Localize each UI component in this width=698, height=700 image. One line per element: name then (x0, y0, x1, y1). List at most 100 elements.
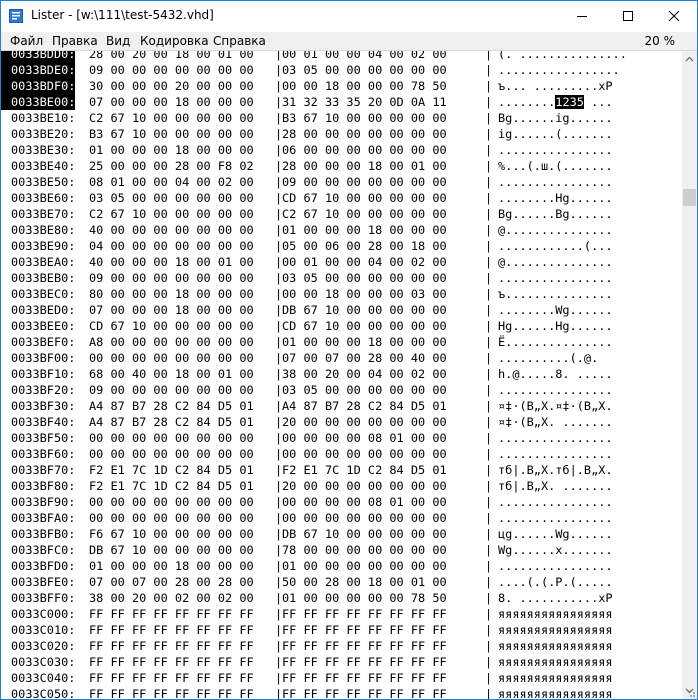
hex-row[interactable]: 0033BF00: 00 00 00 00 00 00 00 00 | 07 00 0… (1, 350, 681, 366)
hex-row[interactable]: 0033BF20: 09 00 00 00 00 00 00 00 | 03 05 0… (1, 382, 681, 398)
row-ascii: яяяяяяяяяяяяяяяя (498, 687, 613, 699)
scrollbar-thumb[interactable] (683, 189, 696, 206)
hex-row[interactable]: 0033C050: FF FF FF FF FF FF FF FF | FF FF F… (1, 686, 681, 699)
row-hex-left: F6 67 10 00 00 00 00 00 (89, 527, 254, 541)
hex-row[interactable]: 0033BE90: 04 00 00 00 00 00 00 00 | 05 00 0… (1, 238, 681, 254)
row-hex-left: A4 87 B7 28 C2 84 D5 01 (89, 399, 254, 413)
menu-view[interactable]: Вид (106, 34, 130, 48)
scroll-up-arrow-icon[interactable] (682, 51, 697, 67)
row-hex-right: 00 00 00 00 08 01 00 00 (282, 495, 447, 509)
row-hex-left: FF FF FF FF FF FF FF FF (89, 671, 254, 685)
row-hex-right: 03 05 00 00 00 00 00 00 (282, 383, 447, 397)
row-hex-right: 28 00 00 00 18 00 01 00 (282, 159, 447, 173)
hex-row[interactable]: 0033BE30: 01 00 00 00 18 00 00 00 | 06 00 0… (1, 142, 681, 158)
close-icon (668, 10, 680, 22)
row-hex-left: C2 67 10 00 00 00 00 00 (89, 111, 254, 125)
column-divider: | (485, 447, 493, 461)
row-hex-left: A4 87 B7 28 C2 84 D5 01 (89, 415, 254, 429)
row-ascii: Ё............... (498, 335, 613, 349)
row-address: 0033BEF0: (11, 335, 76, 349)
row-address: 0033C000: (11, 607, 76, 621)
hex-row[interactable]: 0033BE80: 40 00 00 00 00 00 00 00 | 01 00 0… (1, 222, 681, 238)
row-address: 0033BFB0: (11, 527, 76, 541)
row-hex-right: 31 32 33 35 20 0D 0A 11 (282, 95, 447, 109)
row-ascii: ................. (498, 63, 620, 77)
hex-view[interactable]: 0033BDD0: 28 00 20 00 18 00 01 00 | 00 01 0… (1, 51, 681, 699)
hex-row[interactable]: 0033BFE0: 07 00 07 00 28 00 28 00 | 50 00 2… (1, 574, 681, 590)
hex-row[interactable]: 0033BDD0: 28 00 20 00 18 00 01 00 | 00 01 0… (1, 51, 681, 62)
hex-row[interactable]: 0033BFD0: 01 00 00 00 18 00 00 00 | 01 00 0… (1, 558, 681, 574)
hex-row[interactable]: 0033BF40: A4 87 B7 28 C2 84 D5 01 | 20 00 0… (1, 414, 681, 430)
hex-row[interactable]: 0033BEB0: 09 00 00 00 00 00 00 00 | 03 05 0… (1, 270, 681, 286)
row-hex-left: C2 67 10 00 00 00 00 00 (89, 207, 254, 221)
menu-help[interactable]: Справка (213, 34, 266, 48)
hex-row[interactable]: 0033BE50: 08 01 00 00 04 00 02 00 | 09 00 0… (1, 174, 681, 190)
row-address: 0033C020: (11, 639, 76, 653)
hex-row[interactable]: 0033BE00: 07 00 00 00 18 00 00 00 | 31 32 3… (1, 94, 681, 110)
hex-row[interactable]: 0033BFF0: 38 00 20 00 02 00 02 00 | 01 00 0… (1, 590, 681, 606)
row-hex-right: 01 00 00 00 00 00 78 50 (282, 591, 447, 605)
row-address: 0033BF70: (11, 463, 76, 477)
hex-row[interactable]: 0033BFC0: DB 67 10 00 00 00 00 00 | 78 00 0… (1, 542, 681, 558)
hex-row[interactable]: 0033BE40: 25 00 00 00 28 00 F8 02 | 28 00 0… (1, 158, 681, 174)
hex-row[interactable]: 0033BF30: A4 87 B7 28 C2 84 D5 01 | A4 87 B… (1, 398, 681, 414)
row-ascii: яяяяяяяяяяяяяяяя (498, 639, 613, 653)
row-hex-left: FF FF FF FF FF FF FF FF (89, 655, 254, 669)
row-ascii: Hg......Hg...... (498, 319, 613, 333)
row-ascii: ¤‡·(B„Х. ....... (498, 415, 613, 429)
hex-row[interactable]: 0033C020: FF FF FF FF FF FF FF FF | FF FF F… (1, 638, 681, 654)
row-address: 0033BE40: (11, 159, 76, 173)
hex-row[interactable]: 0033BF90: 00 00 00 00 00 00 00 00 | 00 00 0… (1, 494, 681, 510)
row-hex-left: FF FF FF FF FF FF FF FF (89, 607, 254, 621)
hex-row[interactable]: 0033C010: FF FF FF FF FF FF FF FF | FF FF F… (1, 622, 681, 638)
hex-row[interactable]: 0033BF80: F2 E1 7C 1D C2 84 D5 01 | 20 00 0… (1, 478, 681, 494)
row-address: 0033BF40: (11, 415, 76, 429)
menu-file[interactable]: Файл (10, 34, 43, 48)
minimize-button[interactable] (559, 1, 605, 31)
column-divider: | (485, 607, 493, 621)
hex-row[interactable]: 0033BE10: C2 67 10 00 00 00 00 00 | B3 67 1… (1, 110, 681, 126)
hex-row[interactable]: 0033BE70: C2 67 10 00 00 00 00 00 | C2 67 1… (1, 206, 681, 222)
close-button[interactable] (651, 1, 697, 31)
menu-edit[interactable]: Правка (52, 34, 98, 48)
hex-row[interactable]: 0033BEA0: 40 00 00 00 18 00 01 00 | 00 01 0… (1, 254, 681, 270)
hex-row[interactable]: 0033BFA0: 00 00 00 00 00 00 00 00 | 00 00 0… (1, 510, 681, 526)
row-hex-right: F2 E1 7C 1D C2 84 D5 01 (282, 463, 447, 477)
maximize-button[interactable] (605, 1, 651, 31)
row-ascii: ъ............... (498, 287, 613, 301)
hex-row[interactable]: 0033BDE0: 09 00 00 00 00 00 00 00 | 03 05 0… (1, 62, 681, 78)
column-divider: | (485, 223, 493, 237)
hex-row[interactable]: 0033BEE0: CD 67 10 00 00 00 00 00 | CD 67 1… (1, 318, 681, 334)
row-hex-left: 40 00 00 00 00 00 00 00 (89, 223, 254, 237)
hex-row[interactable]: 0033BF10: 68 00 40 00 18 00 01 00 | 38 00 2… (1, 366, 681, 382)
row-ascii: ..........(.@. (498, 351, 599, 365)
row-address: 0033BEC0: (11, 287, 76, 301)
column-divider: | (485, 271, 493, 285)
title-bar[interactable]: Lister - [w:\111\test-5432.vhd] (1, 1, 697, 31)
column-divider: | (485, 127, 493, 141)
hex-row[interactable]: 0033BEC0: 80 00 00 00 18 00 00 00 | 00 00 1… (1, 286, 681, 302)
hex-row[interactable]: 0033BED0: 07 00 00 00 18 00 00 00 | DB 67 1… (1, 302, 681, 318)
hex-row[interactable]: 0033BF70: F2 E1 7C 1D C2 84 D5 01 | F2 E1 7… (1, 462, 681, 478)
hex-row[interactable]: 0033C030: FF FF FF FF FF FF FF FF | FF FF F… (1, 654, 681, 670)
row-hex-left: 09 00 00 00 00 00 00 00 (89, 271, 254, 285)
row-hex-left: 04 00 00 00 00 00 00 00 (89, 239, 254, 253)
row-address: 0033BF00: (11, 351, 76, 365)
row-hex-right: 38 00 20 00 04 00 02 00 (282, 367, 447, 381)
row-hex-right: 05 00 06 00 28 00 18 00 (282, 239, 447, 253)
hex-row[interactable]: 0033C000: FF FF FF FF FF FF FF FF | FF FF F… (1, 606, 681, 622)
hex-row[interactable]: 0033C040: FF FF FF FF FF FF FF FF | FF FF F… (1, 670, 681, 686)
vertical-scrollbar[interactable] (682, 51, 697, 699)
column-divider: | (485, 463, 493, 477)
hex-row[interactable]: 0033BDF0: 30 00 00 00 20 00 00 00 | 00 00 1… (1, 78, 681, 94)
hex-row[interactable]: 0033BEF0: A8 00 00 00 00 00 00 00 | 01 00 0… (1, 334, 681, 350)
hex-row[interactable]: 0033BE60: 03 05 00 00 00 00 00 00 | CD 67 1… (1, 190, 681, 206)
hex-row[interactable]: 0033BF60: 00 00 00 00 00 00 00 00 | 00 00 0… (1, 446, 681, 462)
hex-row[interactable]: 0033BFB0: F6 67 10 00 00 00 00 00 | DB 67 1… (1, 526, 681, 542)
row-address: 0033BF80: (11, 479, 76, 493)
resize-grip-icon[interactable] (686, 688, 696, 698)
menu-encoding[interactable]: Кодировка (140, 34, 209, 48)
hex-row[interactable]: 0033BE20: B3 67 10 00 00 00 00 00 | 28 00 0… (1, 126, 681, 142)
hex-row[interactable]: 0033BF50: 00 00 00 00 00 00 00 00 | 00 00 0… (1, 430, 681, 446)
row-hex-left: 28 00 20 00 18 00 01 00 (89, 51, 254, 61)
